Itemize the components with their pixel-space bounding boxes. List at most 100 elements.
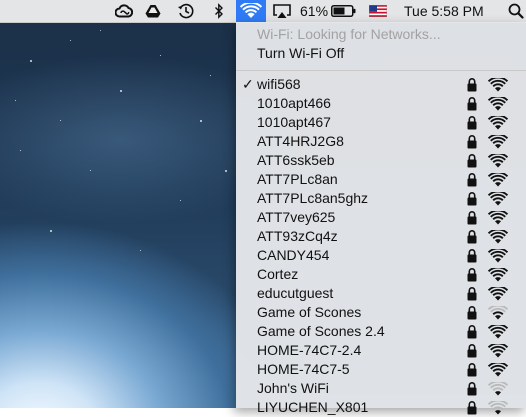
- lock-icon: [467, 382, 477, 396]
- wifi-status-text: Wi-Fi: Looking for Networks...: [257, 26, 441, 42]
- lock-icon: [467, 192, 477, 206]
- network-item[interactable]: Cortez: [236, 265, 526, 284]
- network-name: ATT6ssk5eb: [257, 152, 335, 168]
- star: [200, 120, 202, 122]
- airplay-icon[interactable]: [271, 0, 293, 22]
- us-flag-icon[interactable]: [368, 0, 388, 22]
- wifi-signal-icon: [488, 97, 508, 111]
- network-item[interactable]: HOME-74C7-5: [236, 360, 526, 379]
- star: [225, 170, 227, 172]
- star: [160, 55, 161, 56]
- network-name: wifi568: [257, 76, 301, 92]
- wifi-signal-icon: [488, 287, 508, 301]
- lock-icon: [467, 173, 477, 187]
- network-item[interactable]: ATT6ssk5eb: [236, 151, 526, 170]
- spotlight-search-icon[interactable]: [506, 0, 526, 22]
- star: [60, 120, 61, 121]
- checkmark-icon: ✓: [242, 76, 254, 92]
- network-item[interactable]: ATT7vey625: [236, 208, 526, 227]
- wifi-signal-icon: [488, 401, 508, 415]
- lock-icon: [467, 97, 477, 111]
- lock-icon: [467, 344, 477, 358]
- star: [120, 90, 122, 92]
- lock-icon: [467, 306, 477, 320]
- network-name: ATT7vey625: [257, 209, 336, 225]
- star: [140, 250, 141, 251]
- bluetooth-icon[interactable]: [212, 0, 226, 22]
- network-name: HOME-74C7-2.4: [257, 342, 362, 358]
- wifi-signal-icon: [488, 306, 508, 320]
- wifi-signal-icon: [488, 325, 508, 339]
- network-name: ATT93zCq4z: [257, 228, 338, 244]
- network-name: 1010apt467: [257, 114, 331, 130]
- star: [100, 30, 101, 31]
- lock-icon: [467, 154, 477, 168]
- network-item[interactable]: educutguest: [236, 284, 526, 303]
- lock-icon: [467, 249, 477, 263]
- star: [20, 150, 21, 151]
- lock-icon: [467, 211, 477, 225]
- turn-wifi-off-item[interactable]: Turn Wi-Fi Off: [257, 45, 344, 61]
- wifi-signal-icon: [488, 192, 508, 206]
- lock-icon: [467, 230, 477, 244]
- wifi-signal-icon: [488, 230, 508, 244]
- lock-icon: [467, 363, 477, 377]
- network-item[interactable]: 1010apt466: [236, 94, 526, 113]
- network-name: educutguest: [257, 285, 334, 301]
- lock-icon: [467, 268, 477, 282]
- network-item[interactable]: ATT93zCq4z: [236, 227, 526, 246]
- battery-percentage: 61%: [300, 3, 329, 19]
- wifi-signal-icon: [488, 363, 508, 377]
- network-item[interactable]: ATT7PLc8an5ghz: [236, 189, 526, 208]
- wifi-signal-icon: [488, 249, 508, 263]
- wifi-signal-icon: [488, 116, 508, 130]
- network-item[interactable]: Game of Scones 2.4: [236, 322, 526, 341]
- google-drive-icon[interactable]: [143, 0, 163, 22]
- lock-icon: [467, 287, 477, 301]
- star: [30, 60, 32, 62]
- network-name: Game of Scones 2.4: [257, 323, 385, 339]
- network-item[interactable]: John's WiFi: [236, 379, 526, 398]
- battery-icon[interactable]: [330, 0, 356, 22]
- lock-icon: [467, 135, 477, 149]
- star: [180, 200, 181, 201]
- star: [15, 100, 16, 101]
- wifi-icon: [240, 3, 262, 18]
- star: [70, 40, 71, 41]
- time-machine-icon[interactable]: [175, 0, 197, 22]
- network-item[interactable]: ATT7PLc8an: [236, 170, 526, 189]
- lock-icon: [467, 78, 477, 92]
- star: [50, 230, 52, 232]
- network-item[interactable]: 1010apt467: [236, 113, 526, 132]
- network-name: CANDY454: [257, 247, 330, 263]
- network-item[interactable]: ✓ wifi568: [236, 75, 526, 94]
- lock-icon: [467, 116, 477, 130]
- wifi-menu-extra[interactable]: [236, 0, 266, 22]
- network-name: 1010apt466: [257, 95, 331, 111]
- network-name: Game of Scones: [257, 304, 362, 320]
- network-item[interactable]: Game of Scones: [236, 303, 526, 322]
- menu-separator: [236, 70, 526, 71]
- network-name: HOME-74C7-5: [257, 361, 350, 377]
- network-name: Cortez: [257, 266, 299, 282]
- wifi-dropdown-menu: Wi-Fi: Looking for Networks... Turn Wi-F…: [236, 22, 526, 415]
- menu-bar: 61% Tue 5:58 PM: [0, 0, 526, 23]
- wifi-signal-icon: [488, 268, 508, 282]
- star: [210, 75, 211, 76]
- menubar-clock[interactable]: Tue 5:58 PM: [404, 0, 486, 22]
- network-item[interactable]: CANDY454: [236, 246, 526, 265]
- network-name: ATT7PLc8an5ghz: [257, 190, 369, 206]
- wifi-signal-icon: [488, 135, 508, 149]
- star: [90, 170, 91, 171]
- wifi-signal-icon: [488, 211, 508, 225]
- lock-icon: [467, 325, 477, 339]
- wifi-signal-icon: [488, 173, 508, 187]
- wifi-signal-icon: [488, 382, 508, 396]
- wifi-signal-icon: [488, 154, 508, 168]
- network-name: ATT7PLc8an: [257, 171, 338, 187]
- creative-cloud-icon[interactable]: [114, 0, 134, 22]
- network-item[interactable]: ATT4HRJ2G8: [236, 132, 526, 151]
- network-item[interactable]: HOME-74C7-2.4: [236, 341, 526, 360]
- wifi-signal-icon: [488, 78, 508, 92]
- network-name: ATT4HRJ2G8: [257, 133, 344, 149]
